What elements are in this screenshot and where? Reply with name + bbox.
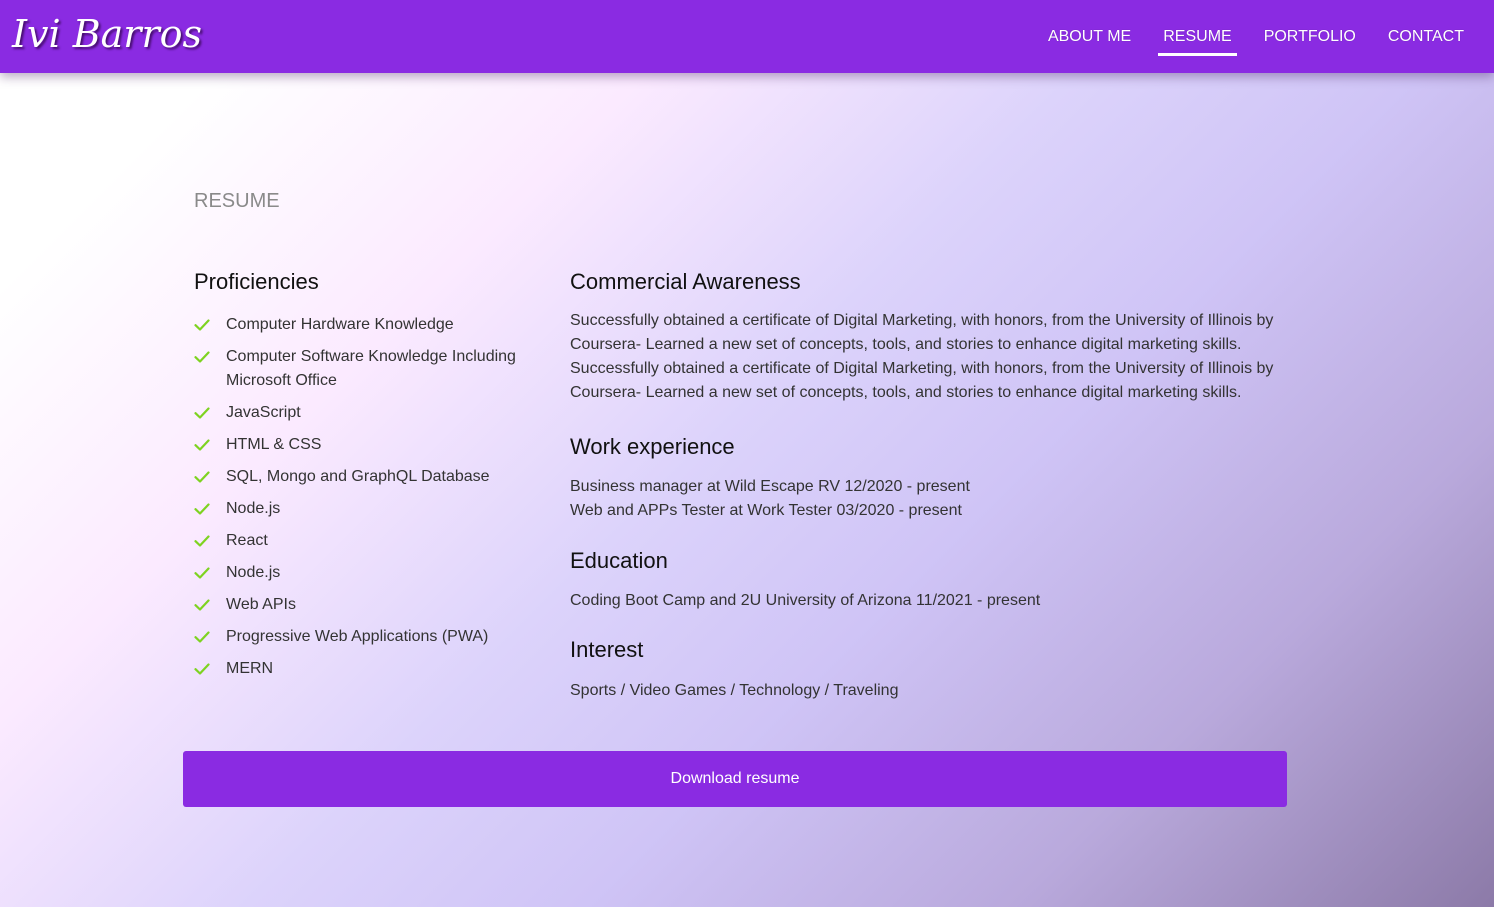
check-icon bbox=[194, 529, 226, 553]
proficiency-label: Web APIs bbox=[226, 596, 296, 613]
work-experience-text: Business manager at Wild Escape RV 12/20… bbox=[570, 475, 1290, 523]
education-title: Education bbox=[570, 548, 668, 573]
check-icon bbox=[194, 433, 226, 457]
check-icon bbox=[194, 625, 226, 649]
page-title: RESUME bbox=[194, 190, 280, 212]
check-icon bbox=[194, 313, 226, 337]
proficiency-label: HTML & CSS bbox=[226, 436, 322, 453]
check-icon bbox=[194, 593, 226, 617]
proficiency-item: HTML & CSS bbox=[194, 433, 534, 457]
check-icon bbox=[194, 465, 226, 489]
commercial-awareness-line: Successfully obtained a certificate of D… bbox=[570, 312, 1274, 353]
proficiency-item: Progressive Web Applications (PWA) bbox=[194, 625, 534, 649]
nav-portfolio[interactable]: PORTFOLIO bbox=[1248, 0, 1372, 73]
proficiency-label: Progressive Web Applications (PWA) bbox=[226, 628, 489, 645]
proficiency-label: Node.js bbox=[226, 500, 281, 517]
proficiency-item: Node.js bbox=[194, 497, 534, 521]
proficiency-label: MERN bbox=[226, 660, 274, 677]
proficiency-label: JavaScript bbox=[226, 404, 301, 421]
work-experience-section: Work experience Business manager at Wild… bbox=[570, 432, 1290, 523]
check-icon bbox=[194, 345, 226, 369]
proficiency-item: JavaScript bbox=[194, 401, 534, 425]
proficiency-item: SQL, Mongo and GraphQL Database bbox=[194, 465, 534, 489]
education-text: Coding Boot Camp and 2U University of Ar… bbox=[570, 589, 1290, 613]
interest-section: Interest Sports / Video Games / Technolo… bbox=[570, 635, 1290, 703]
proficiency-label: Node.js bbox=[226, 564, 281, 581]
resume-details: Commercial Awareness Successfully obtain… bbox=[570, 267, 1290, 703]
brand-logo[interactable]: Ivi Barros bbox=[12, 6, 202, 62]
interest-text: Sports / Video Games / Technology / Trav… bbox=[570, 682, 899, 699]
education-section: Education Coding Boot Camp and 2U Univer… bbox=[570, 546, 1290, 613]
check-icon bbox=[194, 497, 226, 521]
nav-resume[interactable]: RESUME bbox=[1147, 0, 1247, 73]
proficiency-item: Web APIs bbox=[194, 593, 534, 617]
work-experience-line: Business manager at Wild Escape RV 12/20… bbox=[570, 478, 970, 495]
work-experience-line: Web and APPs Tester at Work Tester 03/20… bbox=[570, 502, 962, 519]
main-nav: ABOUT ME RESUME PORTFOLIO CONTACT bbox=[1032, 0, 1480, 73]
commercial-awareness-section: Commercial Awareness Successfully obtain… bbox=[570, 267, 1290, 405]
proficiency-label: SQL, Mongo and GraphQL Database bbox=[226, 468, 490, 485]
commercial-awareness-line: Successfully obtained a certificate of D… bbox=[570, 360, 1274, 401]
check-icon bbox=[194, 401, 226, 425]
proficiencies-section: Proficiencies Computer Hardware Knowledg… bbox=[194, 267, 534, 689]
proficiency-item: Node.js bbox=[194, 561, 534, 585]
proficiency-label: Computer Software Knowledge Including Mi… bbox=[226, 348, 516, 389]
download-resume-button[interactable]: Download resume bbox=[183, 751, 1287, 807]
proficiency-item: Computer Hardware Knowledge bbox=[194, 313, 534, 337]
nav-contact[interactable]: CONTACT bbox=[1372, 0, 1480, 73]
commercial-awareness-text: Successfully obtained a certificate of D… bbox=[570, 309, 1290, 405]
education-line: Coding Boot Camp and 2U University of Ar… bbox=[570, 592, 1041, 609]
top-navbar: Ivi Barros ABOUT ME RESUME PORTFOLIO CON… bbox=[0, 0, 1494, 73]
proficiency-item: React bbox=[194, 529, 534, 553]
work-experience-title: Work experience bbox=[570, 434, 735, 459]
proficiencies-list: Computer Hardware Knowledge Computer Soft… bbox=[194, 313, 534, 681]
commercial-awareness-title: Commercial Awareness bbox=[570, 269, 801, 294]
check-icon bbox=[194, 657, 226, 681]
proficiency-item: Computer Software Knowledge Including Mi… bbox=[194, 345, 534, 393]
check-icon bbox=[194, 561, 226, 585]
proficiency-item: MERN bbox=[194, 657, 534, 681]
proficiency-label: Computer Hardware Knowledge bbox=[226, 316, 454, 333]
nav-about-me[interactable]: ABOUT ME bbox=[1032, 0, 1147, 73]
proficiency-label: React bbox=[226, 532, 268, 549]
interest-title: Interest bbox=[570, 637, 644, 662]
proficiencies-title: Proficiencies bbox=[194, 269, 319, 294]
